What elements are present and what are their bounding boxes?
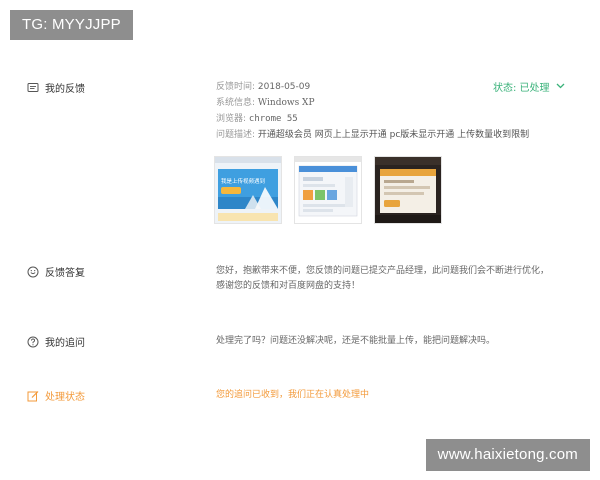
screenshot-thumbnail-1[interactable]: 我是上传视频遇到 (214, 156, 282, 224)
section-label-text: 我的追问 (45, 338, 85, 349)
section-feedback-reply: 反馈答复 (26, 264, 85, 279)
system-info-value: Windows XP (257, 98, 315, 108)
section-my-feedback: 我的反馈 (26, 80, 85, 95)
status-label: 状态: 已处理 (493, 83, 550, 94)
system-info-row: 系统信息: Windows XP (216, 96, 315, 110)
screenshot-thumbnails: 我是上传视频遇到 (214, 156, 442, 224)
edit-icon (26, 389, 39, 402)
section-label-text: 反馈答复 (45, 268, 85, 279)
processing-text: 您的追问已收到，我们正在认真处理中 (216, 390, 370, 400)
browser-label: 浏览器: (216, 114, 247, 124)
reply-icon (26, 265, 39, 278)
chevron-down-icon (556, 81, 565, 92)
feedback-time-value: 2018-05-09 (257, 82, 311, 92)
message-icon (26, 81, 39, 94)
section-label-text: 我的反馈 (45, 84, 85, 95)
reply-line-2: 感谢您的反馈和对百度网盘的支持！ (216, 281, 361, 291)
watermark-bottom: www.haixietong.com (425, 439, 590, 471)
description-value: 开通超级会员 网页上上显示开通 pc版未显示开通 上传数量收到限制 (257, 130, 530, 140)
description-row: 问题描述: 开通超级会员 网页上上显示开通 pc版未显示开通 上传数量收到限制 (216, 128, 529, 142)
reply-line-1: 您好，抱歉带来不便，您反馈的问题已提交产品经理，此问题我们会不断进行优化， (216, 266, 550, 276)
section-processing-status: 处理状态 (26, 388, 85, 403)
browser-row: 浏览器: chrome 55 (216, 112, 298, 126)
description-label: 问题描述: (216, 130, 256, 140)
feedback-time-row: 反馈时间: 2018-05-09 (216, 80, 310, 94)
screenshot-thumbnail-2[interactable] (294, 156, 362, 224)
browser-value: chrome 55 (248, 114, 298, 124)
screenshot-thumbnail-3[interactable] (374, 156, 442, 224)
section-label-text: 处理状态 (45, 392, 85, 403)
system-info-label: 系统信息: (216, 98, 256, 108)
status-dropdown[interactable]: 状态: 已处理 (493, 79, 565, 94)
screenshot-text: 我是上传视频遇到 (221, 179, 266, 185)
question-icon (26, 335, 39, 348)
followup-text: 处理完了吗？问题还没解决呢，还是不能批量上传，能把问题解决吗。 (216, 336, 496, 346)
section-my-followup: 我的追问 (26, 334, 85, 349)
feedback-time-label: 反馈时间: (216, 82, 256, 92)
watermark-top: TG: MYYJJPP (10, 10, 133, 40)
